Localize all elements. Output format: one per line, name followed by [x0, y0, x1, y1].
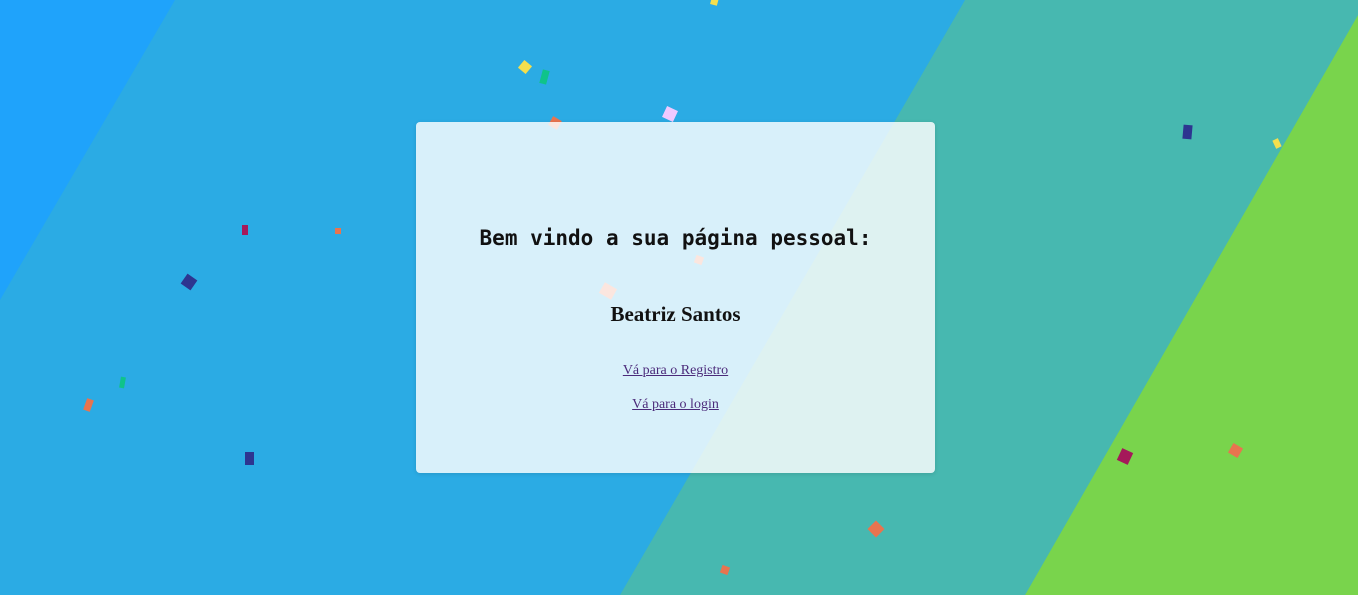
welcome-card: Bem vindo a sua página pessoal: Beatriz … [416, 122, 935, 473]
confetti-piece [335, 228, 341, 234]
page: Bem vindo a sua página pessoal: Beatriz … [0, 0, 1358, 595]
confetti-piece [1182, 124, 1193, 140]
welcome-heading: Bem vindo a sua página pessoal: [479, 226, 872, 250]
confetti-piece [245, 452, 254, 465]
register-link[interactable]: Vá para o Registro [416, 363, 935, 379]
login-link[interactable]: Vá para o login [416, 397, 935, 413]
user-name: Beatriz Santos [610, 302, 741, 326]
confetti-piece [242, 225, 248, 235]
